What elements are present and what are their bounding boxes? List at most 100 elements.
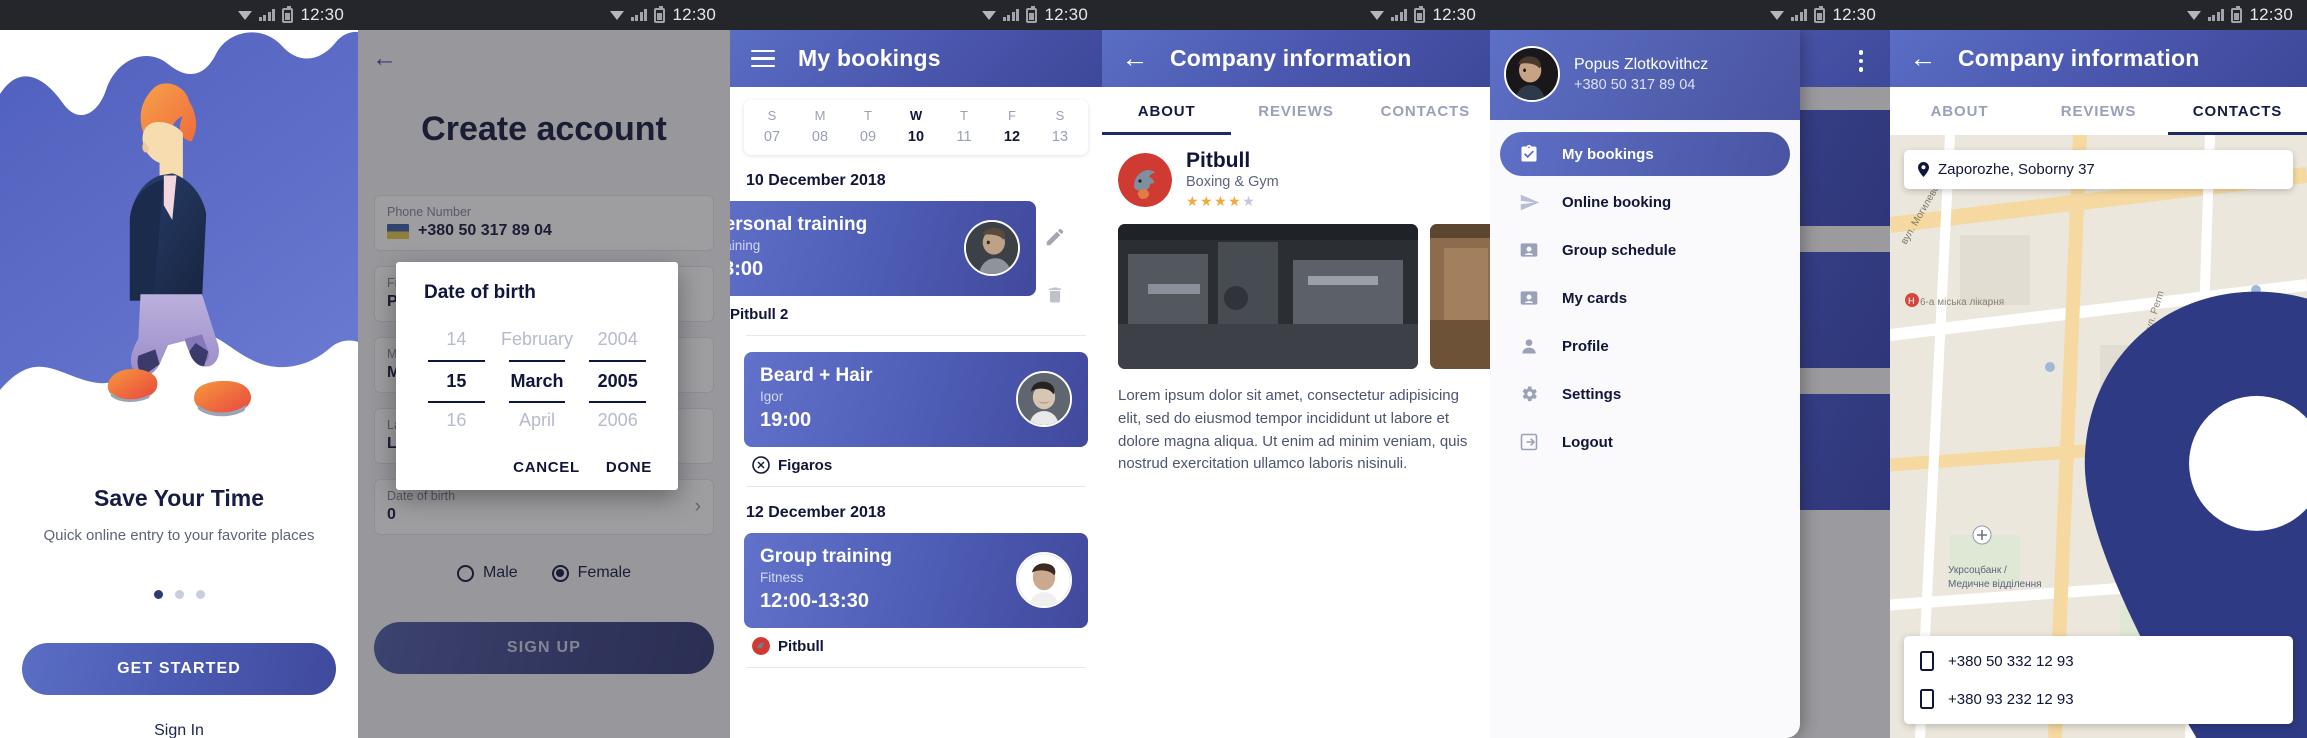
battery-icon (282, 5, 294, 23)
dropdown-indicator-icon (237, 10, 252, 20)
day-wheel[interactable]: 14 15 16 (416, 322, 497, 441)
drawer-item-online-booking[interactable]: Online booking (1500, 180, 1790, 224)
edit-icon[interactable] (1044, 226, 1066, 253)
date-strip[interactable]: S 07 M 08 T 09 W 10 T 11 F 12 S 13 (744, 100, 1088, 155)
drawer-item-my-bookings[interactable]: My bookings (1500, 132, 1790, 176)
day-number: 08 (811, 129, 829, 145)
status-bar: 12:30 (730, 0, 1102, 30)
date-cell-08[interactable]: M 08 (796, 108, 844, 145)
avatar (1016, 370, 1072, 427)
weekday-label: T (960, 108, 968, 123)
company-name: Pitbull (1186, 149, 1251, 172)
divider (746, 667, 1086, 668)
tab-contacts[interactable]: CONTACTS (2168, 87, 2307, 135)
phone-list: +380 50 332 12 93 +380 93 232 12 93 (1904, 636, 2293, 724)
tab-reviews[interactable]: REVIEWS (1231, 87, 1360, 135)
avatar (1016, 551, 1072, 608)
booking-card[interactable]: Group training Fitness 12:00-13:30 (744, 533, 1088, 628)
hamburger-icon[interactable] (746, 42, 780, 76)
phone-row[interactable]: +380 93 232 12 93 (1904, 680, 2293, 718)
drawer-item-profile[interactable]: Profile (1500, 324, 1790, 368)
date-wheels[interactable]: 14 15 16 February March April 2004 2005 … (396, 322, 678, 441)
person-icon (1518, 335, 1540, 357)
booking-venue-row: Pitbull (744, 628, 1088, 655)
swipe-actions[interactable] (1024, 201, 1086, 336)
drawer-item-label: Settings (1562, 385, 1622, 403)
status-bar-time: 12:30 (1432, 5, 1476, 24)
screen-company-contacts: 12:30 ← Company information ABOUT REVIEW… (1890, 0, 2307, 738)
year-wheel[interactable]: 2004 2005 2006 (577, 322, 658, 441)
tab-contacts[interactable]: CONTACTS (1361, 87, 1490, 135)
month-next[interactable]: April (497, 403, 578, 441)
back-arrow-icon[interactable]: ← (1118, 42, 1152, 76)
gallery-image-2[interactable] (1430, 224, 1490, 369)
contact-card-icon (1518, 287, 1540, 309)
month-wheel[interactable]: February March April (497, 322, 578, 441)
day-number: 09 (859, 129, 877, 145)
cancel-button[interactable]: CANCEL (513, 459, 580, 476)
sign-in-link[interactable]: Sign In (0, 722, 358, 738)
date-cell-12[interactable]: F 12 (988, 108, 1036, 145)
phone-row[interactable]: +380 50 332 12 93 (1904, 642, 2293, 680)
year-prev[interactable]: 2004 (577, 322, 658, 360)
date-cell-10-selected[interactable]: W 10 (892, 108, 940, 145)
date-cell-09[interactable]: T 09 (844, 108, 892, 145)
address-bar[interactable]: Zaporozhe, Soborny 37 (1904, 150, 2293, 189)
day-prev[interactable]: 14 (416, 322, 497, 360)
page-dot-3[interactable] (195, 590, 205, 599)
day-selected[interactable]: 15 (428, 360, 485, 403)
drawer-item-group-schedule[interactable]: Group schedule (1500, 228, 1790, 272)
address-text: Zaporozhe, Soborny 37 (1938, 161, 2095, 178)
drawer-header[interactable]: Popus Zlotkovithcz +380 50 317 89 04 (1490, 30, 1800, 120)
app-bar: ← Company information (1890, 30, 2307, 87)
venue-logo-icon (752, 456, 770, 474)
date-cell-11[interactable]: T 11 (940, 108, 988, 145)
gallery-image-1[interactable] (1118, 224, 1418, 369)
day-next[interactable]: 16 (416, 403, 497, 441)
booking-card[interactable]: Beard + Hair Igor 19:00 (744, 352, 1088, 447)
drawer-item-logout[interactable]: Logout (1500, 420, 1790, 464)
tab-bar[interactable]: ABOUT REVIEWS CONTACTS (1890, 87, 2307, 135)
year-selected[interactable]: 2005 (589, 360, 647, 403)
drawer-item-my-cards[interactable]: My cards (1500, 276, 1790, 320)
date-cell-13[interactable]: S 13 (1036, 108, 1084, 145)
company-meta: Pitbull Boxing & Gym ★★★★★ (1186, 149, 1279, 210)
tab-about[interactable]: ABOUT (1102, 87, 1232, 135)
screenshot-strip: 12:30 Save Your Time Quick online entry … (0, 0, 2307, 738)
booking-item[interactable]: Beard + Hair Igor 19:00 Figaros (744, 352, 1088, 487)
tab-reviews[interactable]: REVIEWS (2029, 87, 2168, 135)
screen-company-about: 12:30 ← Company information ABOUT REVIEW… (1102, 0, 1490, 738)
kebab-menu-icon[interactable] (1844, 44, 1878, 78)
booking-text: Personal training Training 13:00 (730, 214, 867, 281)
date-cell-07[interactable]: S 07 (748, 108, 796, 145)
phone-mobile-icon (1920, 689, 1934, 709)
page-dot-1[interactable] (153, 590, 163, 599)
booking-item[interactable]: Personal training Training 13:00 (730, 201, 1088, 336)
day-number: 10 (907, 129, 925, 145)
month-prev[interactable]: February (497, 322, 578, 360)
page-indicator-dots[interactable] (0, 590, 358, 599)
photo-gallery[interactable] (1102, 210, 1490, 369)
dropdown-indicator-icon (1769, 10, 1784, 20)
booking-card[interactable]: Personal training Training 13:00 (730, 201, 1036, 296)
tab-about[interactable]: ABOUT (1890, 87, 2029, 135)
back-arrow-icon[interactable]: ← (1906, 42, 1940, 76)
tab-bar[interactable]: ABOUT REVIEWS CONTACTS (1102, 87, 1490, 135)
delete-icon[interactable] (1045, 284, 1065, 311)
clipboard-check-icon (1518, 143, 1540, 165)
done-button[interactable]: DONE (606, 459, 652, 476)
status-bar-time: 12:30 (672, 5, 716, 24)
booking-item[interactable]: Group training Fitness 12:00-13:30 Pitbu… (744, 533, 1088, 668)
drawer-item-settings[interactable]: Settings (1500, 372, 1790, 416)
get-started-button[interactable]: GET STARTED (22, 643, 336, 695)
app-bar: My bookings (730, 30, 1102, 87)
booking-title: Personal training (730, 214, 868, 235)
venue-name: Figaros (778, 456, 833, 474)
weekday-label: S (1055, 108, 1065, 123)
month-selected[interactable]: March (508, 360, 566, 403)
screen-onboarding: 12:30 Save Your Time Quick online entry … (0, 0, 358, 738)
page-dot-2[interactable] (174, 590, 184, 599)
year-next[interactable]: 2006 (577, 403, 658, 441)
booking-time: 19:00 (760, 409, 812, 431)
day-number: 12 (1003, 129, 1021, 145)
